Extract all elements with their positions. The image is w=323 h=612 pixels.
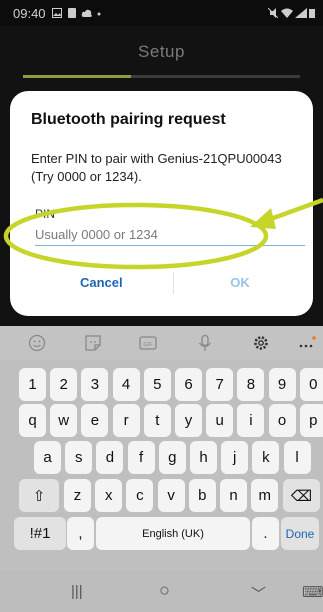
battery-icon <box>309 9 315 18</box>
key-w[interactable]: w <box>50 404 78 437</box>
pin-label: PIN <box>35 207 56 221</box>
key-3[interactable]: 3 <box>81 368 109 401</box>
key-k[interactable]: k <box>252 441 280 474</box>
page-title: Setup <box>138 42 185 61</box>
key-r[interactable]: r <box>112 404 140 437</box>
gallery-notification-icon <box>52 8 62 18</box>
dialog-title: Bluetooth pairing request <box>31 111 226 128</box>
space-key[interactable]: English (UK) <box>96 517 250 550</box>
keyboard: GIF 1 2 3 4 5 6 7 8 9 0 q w e r t y u i o p a s d f g h j k l ⇧ z x c v b n… <box>0 326 323 612</box>
key-a[interactable]: a <box>34 441 61 474</box>
key-l[interactable]: l <box>283 441 311 474</box>
period-key[interactable]: . <box>252 517 279 550</box>
pin-input[interactable] <box>35 224 305 246</box>
key-1[interactable]: 1 <box>19 368 46 401</box>
dot-notification-icon <box>97 12 101 16</box>
key-4[interactable]: 4 <box>112 368 140 401</box>
svg-text:GIF: GIF <box>143 342 153 348</box>
recent-apps-icon[interactable]: ||| <box>71 583 83 600</box>
key-t[interactable]: t <box>143 404 171 437</box>
key-x[interactable]: x <box>95 479 123 512</box>
key-n[interactable]: n <box>220 479 247 512</box>
key-6[interactable]: 6 <box>175 368 202 401</box>
ok-button[interactable]: OK <box>190 267 290 297</box>
key-p[interactable]: p <box>299 404 323 437</box>
key-h[interactable]: h <box>190 441 217 474</box>
wifi-icon <box>281 8 293 18</box>
key-9[interactable]: 9 <box>268 368 296 401</box>
bluetooth-pairing-dialog: Bluetooth pairing request Enter PIN to p… <box>10 91 313 316</box>
sim-notification-icon <box>68 8 76 18</box>
status-time: 09:40 <box>13 6 46 21</box>
key-u[interactable]: u <box>206 404 234 437</box>
gif-icon[interactable]: GIF <box>139 334 157 352</box>
key-f[interactable]: f <box>127 441 155 474</box>
emoji-icon[interactable] <box>28 334 46 352</box>
shift-key[interactable]: ⇧ <box>19 479 59 512</box>
key-m[interactable]: m <box>251 479 279 512</box>
settings-icon[interactable] <box>252 334 270 352</box>
comma-key[interactable]: , <box>67 517 94 550</box>
key-c[interactable]: c <box>126 479 154 512</box>
cloud-notification-icon <box>81 9 92 17</box>
backspace-key[interactable]: ⌫ <box>283 479 320 512</box>
setup-progress-fill <box>23 75 132 78</box>
mute-icon <box>268 8 278 18</box>
key-2[interactable]: 2 <box>50 368 78 401</box>
setup-progress-bar <box>23 75 300 78</box>
key-8[interactable]: 8 <box>237 368 265 401</box>
key-z[interactable]: z <box>64 479 91 512</box>
keyboard-switch-icon[interactable]: ⌨ <box>302 583 323 601</box>
key-5[interactable]: 5 <box>143 368 171 401</box>
home-icon[interactable]: ○ <box>159 580 170 601</box>
back-icon[interactable]: ﹀ <box>251 583 266 604</box>
microphone-icon[interactable] <box>196 334 214 352</box>
key-s[interactable]: s <box>65 441 93 474</box>
symbols-key[interactable]: !#1 <box>14 517 66 550</box>
key-e[interactable]: e <box>81 404 109 437</box>
key-q[interactable]: q <box>19 404 46 437</box>
sticker-icon[interactable] <box>84 334 102 352</box>
keyboard-toolbar: GIF <box>0 326 323 360</box>
key-b[interactable]: b <box>188 479 216 512</box>
key-d[interactable]: d <box>96 441 124 474</box>
done-key[interactable]: Done <box>281 517 319 550</box>
key-g[interactable]: g <box>158 441 186 474</box>
dialog-message: Enter PIN to pair with Genius-21QPU00043… <box>31 151 282 184</box>
signal-icon <box>295 8 307 18</box>
button-divider <box>173 272 174 294</box>
key-j[interactable]: j <box>221 441 249 474</box>
key-7[interactable]: 7 <box>206 368 234 401</box>
key-v[interactable]: v <box>157 479 185 512</box>
cancel-button[interactable]: Cancel <box>50 267 160 297</box>
key-0[interactable]: 0 <box>299 368 323 401</box>
more-icon[interactable] <box>298 334 316 352</box>
key-y[interactable]: y <box>175 404 202 437</box>
navigation-bar: ||| ○ ﹀ ⌨ <box>0 570 323 612</box>
key-i[interactable]: i <box>237 404 265 437</box>
key-o[interactable]: o <box>268 404 296 437</box>
status-bar: 09:40 <box>0 0 323 26</box>
